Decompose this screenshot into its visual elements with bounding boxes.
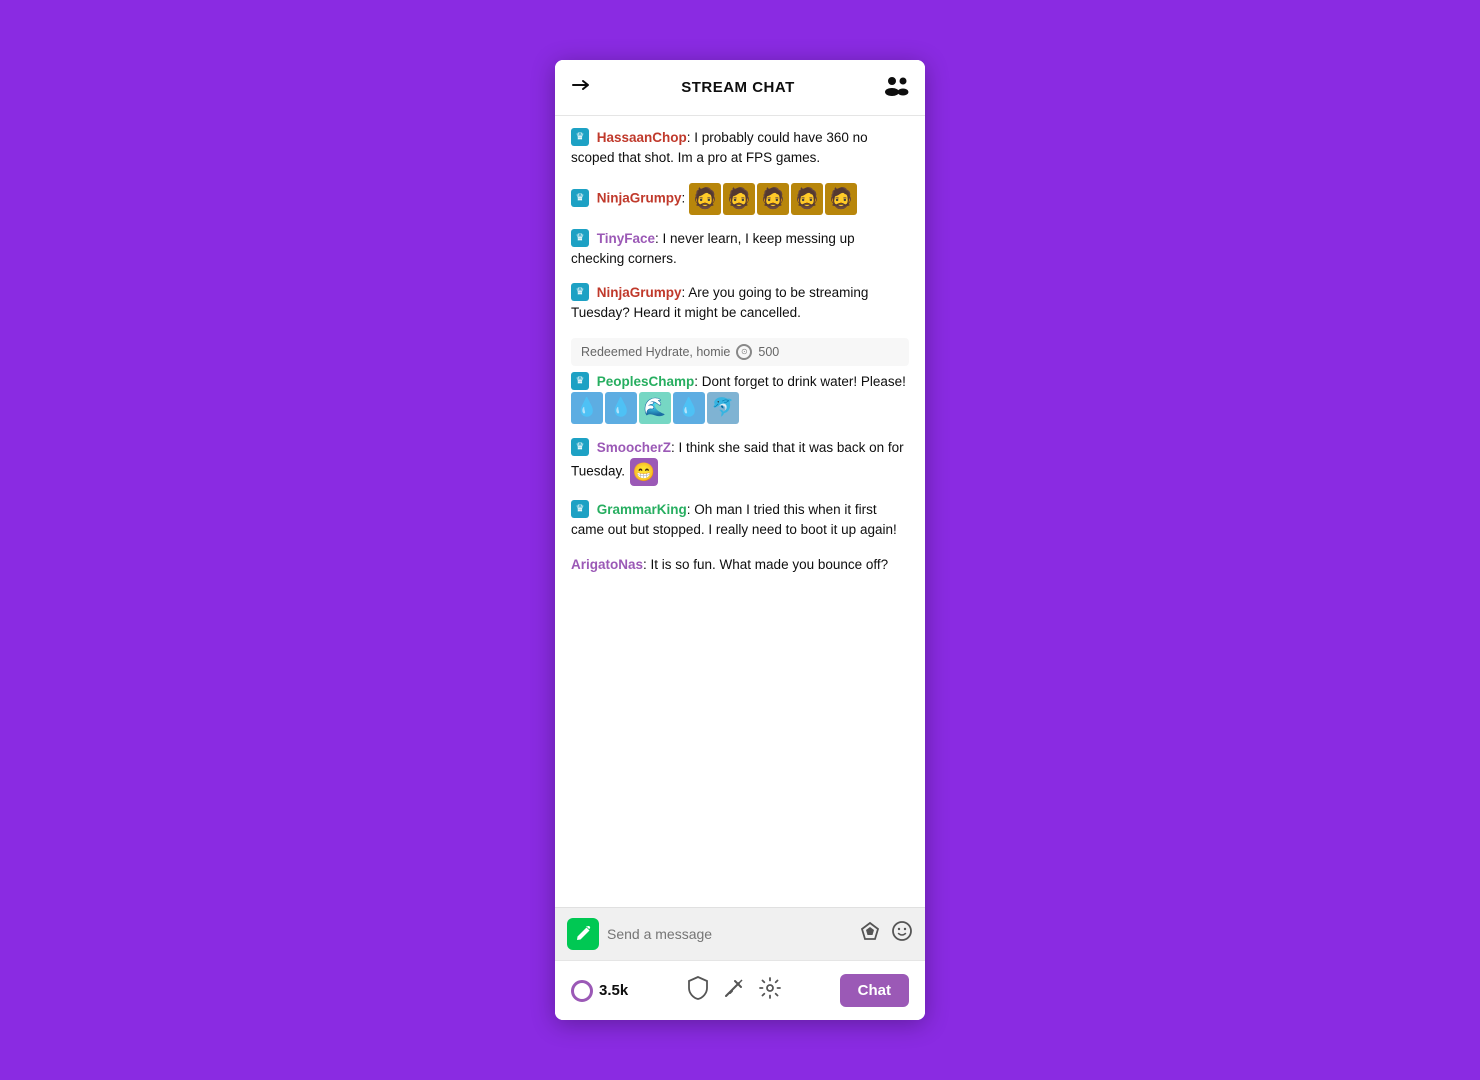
- subscriber-badge: [571, 283, 589, 301]
- emote: 🧔: [791, 183, 823, 215]
- message-content: NinjaGrumpy: 🧔 🧔 🧔 🧔 🧔: [571, 183, 909, 215]
- subscriber-badge: [571, 229, 589, 247]
- subscriber-badge: [571, 438, 589, 456]
- subscriber-badge: [571, 372, 589, 390]
- emote-group: 🧔 🧔 🧔 🧔 🧔: [689, 183, 857, 215]
- message-text: : Dont forget to drink water! Please!: [694, 374, 906, 389]
- emote: 🧔: [825, 183, 857, 215]
- viewer-count: 3.5k: [571, 980, 628, 1002]
- redeemed-points: 500: [758, 345, 779, 359]
- username[interactable]: TinyFace: [597, 231, 655, 246]
- emote: 🐬: [707, 392, 739, 424]
- message-content: PeoplesChamp: Dont forget to drink water…: [571, 372, 909, 424]
- username[interactable]: SmoocherZ: [597, 440, 671, 455]
- chat-container: STREAM CHAT HassaanChop: I probably coul…: [555, 60, 925, 1020]
- viewer-count-text: 3.5k: [599, 982, 628, 999]
- pencil-icon: [575, 926, 591, 942]
- emote: 🧔: [757, 183, 789, 215]
- username[interactable]: GrammarKing: [597, 502, 687, 517]
- message-row: NinjaGrumpy: 🧔 🧔 🧔 🧔 🧔: [571, 183, 909, 215]
- emote: 💧: [605, 392, 637, 424]
- header-title: STREAM CHAT: [681, 79, 795, 96]
- emote-icon[interactable]: [891, 920, 913, 948]
- message-text: : It is so fun. What made you bounce off…: [643, 557, 888, 572]
- chat-footer: 3.5k: [555, 960, 925, 1020]
- collapse-icon[interactable]: [571, 74, 593, 102]
- subscriber-badge: [571, 128, 589, 146]
- message-edit-button[interactable]: [567, 918, 599, 950]
- redeemed-text: Redeemed Hydrate, homie: [581, 345, 730, 359]
- message-row: SmoocherZ: I think she said that it was …: [571, 438, 909, 486]
- chat-header: STREAM CHAT: [555, 60, 925, 116]
- message-row: TinyFace: I never learn, I keep messing …: [571, 229, 909, 270]
- username[interactable]: ArigatoNas: [571, 557, 643, 572]
- message-content: ArigatoNas: It is so fun. What made you …: [571, 555, 909, 575]
- username[interactable]: PeoplesChamp: [597, 374, 695, 389]
- emote: 😁: [630, 458, 658, 486]
- emote: 🧔: [723, 183, 755, 215]
- bits-icon[interactable]: [859, 920, 881, 948]
- message-row: GrammarKing: Oh man I tried this when it…: [571, 500, 909, 541]
- emote: 💧: [571, 392, 603, 424]
- message-input[interactable]: [607, 926, 851, 942]
- emote-group: 💧 💧 🌊 💧 🐬: [571, 392, 739, 424]
- message-content: TinyFace: I never learn, I keep messing …: [571, 229, 909, 270]
- emote: 💧: [673, 392, 705, 424]
- message-row: NinjaGrumpy: Are you going to be streami…: [571, 283, 909, 324]
- subscriber-badge: [571, 189, 589, 207]
- username[interactable]: NinjaGrumpy: [597, 285, 682, 300]
- users-icon[interactable]: [883, 74, 909, 102]
- message-content: SmoocherZ: I think she said that it was …: [571, 438, 909, 486]
- emote: 🧔: [689, 183, 721, 215]
- message-row: ArigatoNas: It is so fun. What made you …: [571, 555, 909, 575]
- chat-messages: HassaanChop: I probably could have 360 n…: [555, 116, 925, 601]
- message-content: HassaanChop: I probably could have 360 n…: [571, 128, 909, 169]
- settings-icon[interactable]: [759, 977, 781, 1004]
- chat-input-row: [567, 918, 913, 950]
- username[interactable]: NinjaGrumpy: [597, 190, 682, 205]
- message-row: HassaanChop: I probably could have 360 n…: [571, 128, 909, 169]
- chat-input-area: [555, 907, 925, 960]
- shield-icon[interactable]: [687, 976, 709, 1005]
- emote: 🌊: [639, 392, 671, 424]
- username[interactable]: HassaanChop: [597, 130, 687, 145]
- subscriber-badge: [571, 500, 589, 518]
- redeemed-row: Redeemed Hydrate, homie ⊙ 500: [571, 338, 909, 366]
- footer-icons: [687, 976, 781, 1005]
- message-content: GrammarKing: Oh man I tried this when it…: [571, 500, 909, 541]
- message-row: PeoplesChamp: Dont forget to drink water…: [571, 372, 909, 424]
- coin-icon: ⊙: [736, 344, 752, 360]
- message-content: NinjaGrumpy: Are you going to be streami…: [571, 283, 909, 324]
- sword-icon[interactable]: [723, 977, 745, 1004]
- chat-button[interactable]: Chat: [840, 974, 909, 1007]
- viewer-circle-icon: [571, 980, 593, 1002]
- input-right-icons: [859, 920, 913, 948]
- messages-wrapper: HassaanChop: I probably could have 360 n…: [555, 116, 925, 907]
